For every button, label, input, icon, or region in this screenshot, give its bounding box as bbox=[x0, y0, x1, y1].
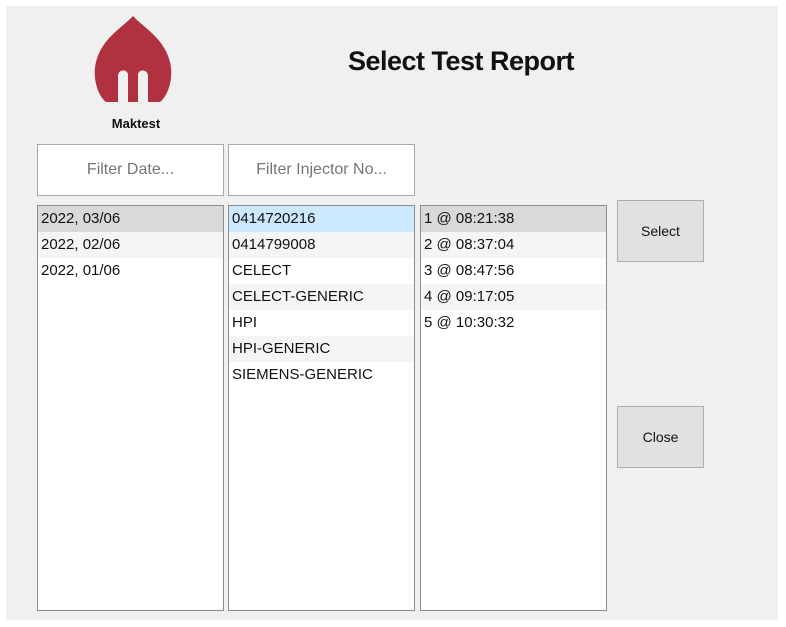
page-title: Select Test Report bbox=[347, 46, 575, 76]
select-button[interactable]: Select bbox=[617, 200, 704, 262]
list-item-test[interactable]: 2 @ 08:37:04 bbox=[421, 232, 606, 258]
list-item-injector[interactable]: SIEMENS-GENERIC bbox=[229, 362, 414, 388]
list-item-date[interactable]: 2022, 02/06 bbox=[38, 232, 223, 258]
list-item-injector[interactable]: CELECT bbox=[229, 258, 414, 284]
list-item-date[interactable]: 2022, 03/06 bbox=[38, 206, 223, 232]
filter-date-input[interactable] bbox=[37, 144, 224, 196]
dialog-window: Maktest Select Test Report 2022, 03/06 2… bbox=[6, 6, 778, 620]
logo-text: Maktest bbox=[111, 116, 161, 131]
list-item-test[interactable]: 1 @ 08:21:38 bbox=[421, 206, 606, 232]
test-list[interactable]: 1 @ 08:21:38 2 @ 08:37:04 3 @ 08:47:56 4… bbox=[420, 205, 607, 611]
list-item-injector[interactable]: CELECT-GENERIC bbox=[229, 284, 414, 310]
list-item-injector[interactable]: HPI bbox=[229, 310, 414, 336]
list-item-injector[interactable]: 0414720216 bbox=[229, 206, 414, 232]
list-item-injector[interactable]: HPI-GENERIC bbox=[229, 336, 414, 362]
injector-list[interactable]: 0414720216 0414799008 CELECT CELECT-GENE… bbox=[228, 205, 415, 611]
list-item-date[interactable]: 2022, 01/06 bbox=[38, 258, 223, 284]
list-item-test[interactable]: 3 @ 08:47:56 bbox=[421, 258, 606, 284]
list-item-test[interactable]: 4 @ 09:17:05 bbox=[421, 284, 606, 310]
close-button[interactable]: Close bbox=[617, 406, 704, 468]
list-item-injector[interactable]: 0414799008 bbox=[229, 232, 414, 258]
date-list[interactable]: 2022, 03/06 2022, 02/06 2022, 01/06 bbox=[37, 205, 224, 611]
filter-injector-input[interactable] bbox=[228, 144, 415, 196]
list-item-test[interactable]: 5 @ 10:30:32 bbox=[421, 310, 606, 336]
maktest-logo-icon bbox=[94, 16, 172, 102]
